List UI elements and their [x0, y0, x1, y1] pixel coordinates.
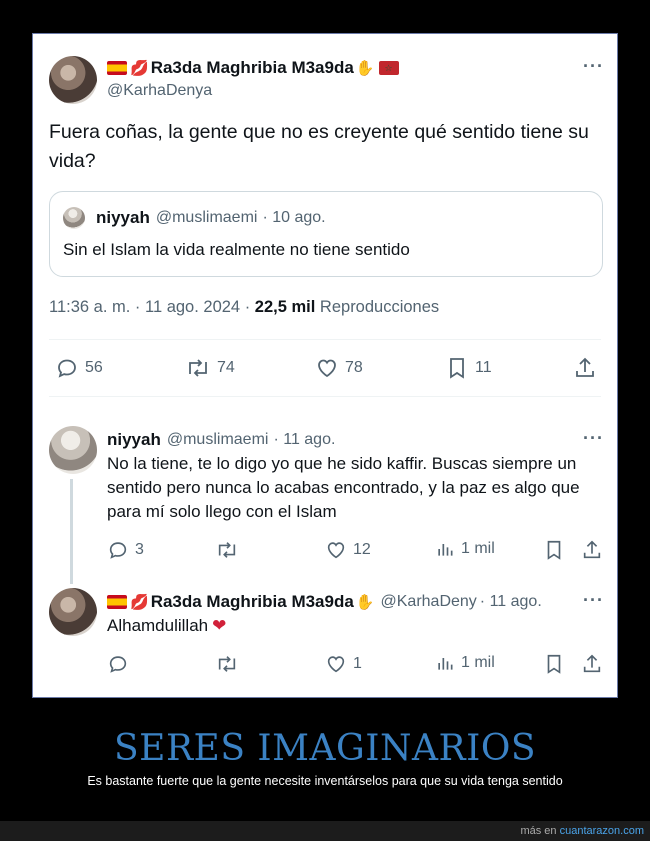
reply-count: 3 [135, 541, 144, 558]
site-footer: más en cuantarazon.com [0, 821, 650, 841]
bookmark-icon [547, 540, 561, 560]
tweet-timestamp[interactable]: 11:36 a. m. · 11 ago. 2024 · [49, 298, 250, 316]
bookmark-button[interactable] [543, 653, 565, 675]
bookmark-icon [547, 654, 561, 674]
views-count: 1 mil [461, 654, 495, 671]
bookmark-icon [450, 358, 464, 379]
hamsa-icon: ✋ [355, 594, 375, 611]
author-avatar[interactable] [49, 56, 97, 104]
views-button[interactable]: 1 mil [435, 653, 495, 673]
author-handle[interactable]: @KarhaDenya [107, 82, 212, 100]
hamsa-icon: ✋ [355, 60, 375, 77]
retweet-count: 74 [217, 359, 235, 376]
footer-text: más en cuantarazon.com [520, 825, 644, 837]
caption-subtitle: Es bastante fuerte que la gente necesite… [87, 774, 563, 788]
heart-icon [327, 542, 345, 559]
like-button[interactable]: 78 [315, 356, 363, 380]
views-button[interactable]: 1 mil [435, 539, 495, 559]
footer-site-link[interactable]: cuantarazon.com [560, 825, 644, 837]
reply-text-row: Alhamdulillah ❤ [107, 616, 226, 636]
reply-icon [109, 542, 127, 559]
like-count: 78 [345, 359, 363, 376]
quoted-text: Sin el Islam la vida realmente no tiene … [63, 240, 410, 259]
quoted-handle: @muslimaemi [155, 209, 258, 226]
more-options-icon[interactable]: ··· [583, 56, 604, 77]
share-icon [576, 357, 594, 377]
like-count: 12 [353, 541, 371, 558]
footer-prefix: más en [520, 825, 557, 837]
tweet-meta: 11:36 a. m. · 11 ago. 2024 · 22,5 mil Re… [49, 298, 439, 317]
divider [49, 339, 601, 340]
share-button[interactable] [573, 356, 597, 380]
views-count: 22,5 mil [254, 298, 316, 316]
reply-header: 💋 Ra3da Maghribia M3a9da ✋ @KarhaDeny · … [107, 592, 542, 612]
reply-button[interactable] [107, 653, 129, 675]
retweet-icon [189, 359, 207, 377]
retweet-icon [218, 542, 236, 558]
morocco-flag-icon [378, 61, 399, 75]
bookmark-button[interactable]: 11 [445, 356, 492, 380]
reply-avatar[interactable] [49, 588, 97, 636]
heart-icon [327, 656, 345, 673]
heart-emoji-icon: ❤ [212, 616, 227, 635]
retweet-button[interactable] [215, 653, 239, 675]
share-button[interactable] [581, 653, 603, 675]
more-options-icon[interactable]: ··· [583, 590, 604, 611]
reply-display-name[interactable]: niyyah [107, 430, 161, 450]
tweet-card: 💋 Ra3da Maghribia M3a9da ✋ @KarhaDenya ·… [35, 36, 615, 695]
retweet-button[interactable] [215, 539, 239, 561]
reply-date[interactable]: · 11 ago. [480, 593, 542, 611]
analytics-icon [438, 544, 453, 556]
views-count: 1 mil [461, 540, 495, 557]
reply-handle[interactable]: @KarhaDeny [381, 593, 477, 611]
reply-icon [109, 656, 127, 673]
more-options-icon[interactable]: ··· [583, 428, 604, 449]
share-icon [583, 540, 601, 559]
like-button[interactable]: 1 [325, 653, 362, 675]
bookmark-button[interactable] [543, 539, 565, 561]
quoted-header: niyyah @muslimaemi · 10 ago. [96, 208, 326, 228]
reply-icon [58, 359, 76, 378]
tweet-text: Fuera coñas, la gente que no es creyente… [49, 121, 589, 172]
author-name-row[interactable]: 💋 Ra3da Maghribia M3a9da ✋ [107, 58, 399, 78]
bookmark-count: 11 [475, 359, 492, 376]
like-button[interactable]: 12 [325, 539, 371, 561]
reply-display-name[interactable]: Ra3da Maghribia M3a9da [151, 592, 354, 612]
quoted-avatar [63, 207, 85, 229]
heart-icon [318, 359, 336, 378]
spain-flag-icon [107, 595, 127, 609]
reply-avatar[interactable] [49, 426, 97, 474]
quoted-display-name: niyyah [96, 208, 150, 227]
lips-icon: 💋 [130, 60, 149, 77]
author-display-name[interactable]: Ra3da Maghribia M3a9da [151, 58, 354, 78]
views-label: Reproducciones [319, 298, 440, 316]
reply-handle[interactable]: @muslimaemi [167, 431, 269, 449]
share-icon [583, 654, 601, 673]
analytics-icon [438, 658, 453, 670]
reply-date[interactable]: · 11 ago. [273, 431, 335, 449]
tweet-screenshot-frame: 💋 Ra3da Maghribia M3a9da ✋ @KarhaDenya ·… [32, 33, 618, 698]
reply-header: niyyah @muslimaemi · 11 ago. [107, 430, 335, 450]
caption-title: SERES IMAGINARIOS [114, 728, 536, 769]
retweet-button[interactable]: 74 [185, 356, 235, 380]
reply-text: Alhamdulillah [107, 616, 209, 635]
lips-icon: 💋 [130, 594, 149, 611]
quoted-tweet[interactable]: niyyah @muslimaemi · 10 ago. Sin el Isla… [49, 191, 603, 277]
share-button[interactable] [581, 539, 603, 561]
retweet-icon [218, 656, 236, 672]
reply-count: 56 [85, 359, 103, 376]
reply-button[interactable]: 56 [55, 356, 103, 380]
quoted-date: · 10 ago. [262, 209, 326, 226]
reply-button[interactable]: 3 [107, 539, 144, 561]
spain-flag-icon [107, 61, 127, 75]
thread-connector [70, 479, 73, 584]
reply-text: No la tiene, te lo digo yo que he sido k… [107, 454, 580, 521]
divider [49, 396, 601, 397]
like-count: 1 [353, 655, 362, 672]
